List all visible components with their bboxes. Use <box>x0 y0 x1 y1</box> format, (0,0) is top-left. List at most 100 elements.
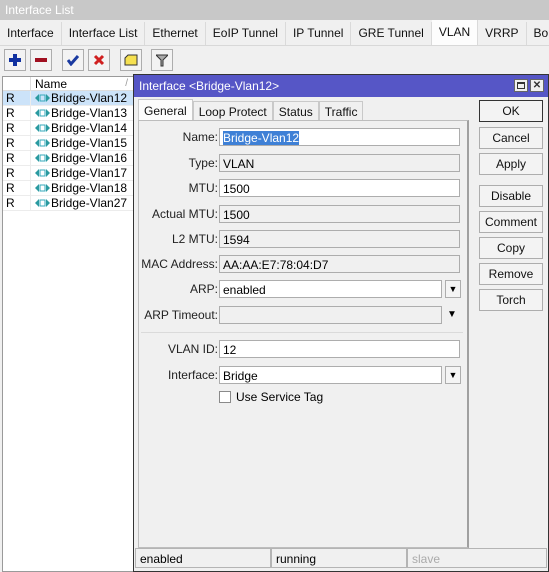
row-name: Bridge-Vlan16 <box>31 151 133 165</box>
l2-mtu-value: 1594 <box>219 230 460 248</box>
tab-gre-tunnel[interactable]: GRE Tunnel <box>351 22 432 45</box>
interface-field-row: Interface: Bridge ▼ <box>139 366 470 385</box>
filter-button[interactable] <box>151 49 173 71</box>
l2-mtu-field-row: L2 MTU: 1594 <box>139 230 470 249</box>
disable-button[interactable]: Disable <box>479 185 543 207</box>
arp-select[interactable]: enabled <box>219 280 442 298</box>
list-item[interactable]: R Bridge-Vlan18 <box>3 181 133 196</box>
tab-loop-protect[interactable]: Loop Protect <box>192 101 273 121</box>
status-bar: enabled running slave <box>135 548 547 570</box>
comment-button[interactable] <box>120 49 142 71</box>
use-service-tag-row[interactable]: Use Service Tag <box>219 390 323 404</box>
row-name: Bridge-Vlan18 <box>31 181 133 195</box>
mac-label: MAC Address: <box>141 257 218 271</box>
vlan-icon <box>35 184 50 192</box>
status-running: running <box>271 548 407 568</box>
tab-vrrp[interactable]: VRRP <box>478 22 527 45</box>
tab-vlan[interactable]: VLAN <box>431 20 479 45</box>
name-value: Bridge-Vlan12 <box>223 131 300 145</box>
remove-button[interactable] <box>30 49 52 71</box>
interface-select[interactable]: Bridge <box>219 366 442 384</box>
x-icon <box>93 54 105 66</box>
apply-button[interactable]: Apply <box>479 153 543 175</box>
tab-eoip-tunnel[interactable]: EoIP Tunnel <box>205 22 286 45</box>
remove-icon <box>35 58 47 62</box>
row-name: Bridge-Vlan15 <box>31 136 133 150</box>
mtu-label: MTU: <box>188 181 218 195</box>
list-item[interactable]: R Bridge-Vlan12 <box>3 91 133 106</box>
copy-button[interactable]: Copy <box>479 237 543 259</box>
expand-arrow-icon[interactable]: ▼ <box>447 309 457 320</box>
arp-dropdown-button[interactable]: ▼ <box>445 280 461 298</box>
tab-ethernet[interactable]: Ethernet <box>145 22 206 45</box>
window-title: Interface List <box>0 0 549 20</box>
vlan-id-field-row: VLAN ID: 12 <box>139 340 470 359</box>
tab-interface-list[interactable]: Interface List <box>61 22 146 45</box>
l2-mtu-label: L2 MTU: <box>171 232 218 246</box>
tab-status[interactable]: Status <box>272 101 319 121</box>
use-service-tag-label: Use Service Tag <box>236 390 324 404</box>
arp-timeout-input[interactable] <box>219 306 442 324</box>
vlan-id-input[interactable]: 12 <box>219 340 460 358</box>
row-flag: R <box>3 166 31 180</box>
dialog-titlebar[interactable]: Interface <Bridge-Vlan12> ✕ <box>134 75 548 97</box>
dropdown-icon: ▼ <box>448 284 458 294</box>
ok-button[interactable]: OK <box>479 100 543 122</box>
use-service-tag-checkbox[interactable] <box>219 391 231 403</box>
cancel-button[interactable]: Cancel <box>479 127 543 149</box>
row-name-label: Bridge-Vlan13 <box>51 106 128 120</box>
mtu-input[interactable]: 1500 <box>219 179 460 197</box>
row-name-label: Bridge-Vlan12 <box>51 91 128 105</box>
row-name: Bridge-Vlan27 <box>31 196 133 210</box>
vlan-list: Name / R Bridge-Vlan12 R Bridge-Vlan13 R Brid… <box>2 76 134 572</box>
tab-interface[interactable]: Interface <box>0 22 62 45</box>
arp-field-row: ARP: enabled ▼ <box>139 280 470 299</box>
close-button[interactable]: ✕ <box>530 79 544 92</box>
list-item[interactable]: R Bridge-Vlan13 <box>3 106 133 121</box>
vlan-icon <box>35 109 50 117</box>
maximize-button[interactable] <box>514 79 528 92</box>
interface-dropdown-button[interactable]: ▼ <box>445 366 461 384</box>
type-field-row: Type: VLAN <box>139 154 470 173</box>
row-flag: R <box>3 91 31 105</box>
name-input[interactable]: Bridge-Vlan12 <box>219 128 460 146</box>
row-name-label: Bridge-Vlan16 <box>51 151 128 165</box>
column-name[interactable]: Name / <box>31 77 133 91</box>
tab-bonding[interactable]: Bonding <box>526 22 549 45</box>
row-name-label: Bridge-Vlan18 <box>51 181 128 195</box>
mtu-field-row: MTU: 1500 <box>139 179 470 198</box>
toolbar <box>0 47 549 73</box>
row-name: Bridge-Vlan13 <box>31 106 133 120</box>
arp-label: ARP: <box>189 282 218 296</box>
sort-indicator-icon: / <box>125 78 128 89</box>
mac-value: AA:AA:E7:78:04:D7 <box>219 255 460 273</box>
tab-traffic[interactable]: Traffic <box>318 101 364 121</box>
row-name: Bridge-Vlan12 <box>31 91 133 105</box>
torch-button[interactable]: Torch <box>479 289 543 311</box>
filter-icon <box>156 54 168 66</box>
list-item[interactable]: R Bridge-Vlan16 <box>3 151 133 166</box>
vlan-icon <box>35 139 50 147</box>
list-item[interactable]: R Bridge-Vlan15 <box>3 136 133 151</box>
vlan-id-label: VLAN ID: <box>167 342 218 356</box>
comment-button[interactable]: Comment <box>479 211 543 233</box>
tab-ip-tunnel[interactable]: IP Tunnel <box>285 22 352 45</box>
interface-label: Interface: <box>167 368 218 382</box>
add-button[interactable] <box>4 49 26 71</box>
disable-button[interactable] <box>88 49 110 71</box>
enable-button[interactable] <box>62 49 84 71</box>
interface-dialog: Interface <Bridge-Vlan12> ✕ General Loop… <box>133 74 549 572</box>
column-flag[interactable] <box>3 77 31 90</box>
tab-general[interactable]: General <box>138 99 193 121</box>
list-item[interactable]: R Bridge-Vlan17 <box>3 166 133 181</box>
vlan-icon <box>35 94 50 102</box>
list-item[interactable]: R Bridge-Vlan27 <box>3 196 133 211</box>
comment-icon <box>124 54 138 66</box>
list-item[interactable]: R Bridge-Vlan14 <box>3 121 133 136</box>
row-name-label: Bridge-Vlan14 <box>51 121 128 135</box>
remove-button[interactable]: Remove <box>479 263 543 285</box>
column-name-label: Name <box>35 77 68 91</box>
list-header: Name / <box>3 77 133 91</box>
vlan-icon <box>35 169 50 177</box>
row-flag: R <box>3 121 31 135</box>
